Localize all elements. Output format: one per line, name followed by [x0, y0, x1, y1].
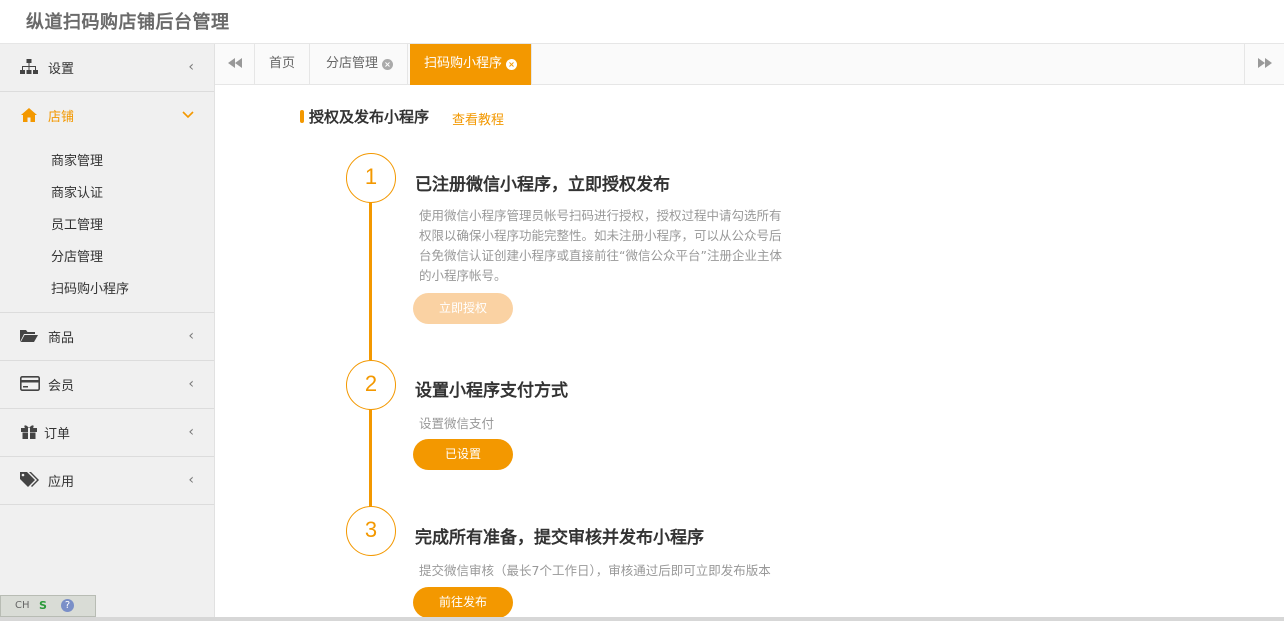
chevron-down-icon [182, 107, 194, 123]
store-submenu: 商家管理 商家认证 员工管理 分店管理 扫码购小程序 [0, 140, 214, 313]
sidebar-item-members[interactable]: 会员 ‹ [0, 361, 214, 409]
sidebar: 设置 ‹ 店铺 商家管理 商家认证 员工管理 分店管理 扫码购小程序 商品 ‹ … [0, 44, 215, 621]
desc-line: 提交微信审核（最长7个工作日），审核通过后即可立即发布版本 [419, 563, 771, 578]
tab-bar: 首页 分店管理 × 扫码购小程序 × [215, 44, 1284, 85]
step-description: 设置微信支付 [419, 414, 494, 434]
taskbar-edge [0, 617, 1284, 621]
credit-card-icon [20, 376, 40, 394]
sidebar-item-apps[interactable]: 应用 ‹ [0, 457, 214, 505]
tab-label: 扫码购小程序 [424, 56, 503, 71]
chevron-left-icon: ‹ [188, 424, 194, 440]
section-title: 授权及发布小程序 [309, 108, 430, 126]
ime-language[interactable]: CH [15, 600, 30, 611]
double-chevron-right-icon [1257, 58, 1272, 68]
step-number-circle: 2 [346, 360, 396, 410]
home-icon [20, 107, 38, 125]
sidebar-item-label: 商品 [48, 331, 75, 346]
tab-mini-program[interactable]: 扫码购小程序 × [410, 44, 533, 85]
tab-label: 首页 [269, 56, 296, 71]
tabs-next-button[interactable] [1244, 44, 1284, 85]
app-title: 纵道扫码购店铺后台管理 [26, 12, 230, 33]
view-tutorial-link[interactable]: 查看教程 [452, 109, 504, 128]
tab-branch-management[interactable]: 分店管理 × [312, 44, 409, 85]
ime-s-icon[interactable]: S [39, 599, 47, 612]
step-title: 完成所有准备，提交审核并发布小程序 [415, 528, 704, 548]
step-description: 使用微信小程序管理员帐号扫码进行授权，授权过程中请勾选所有 权限以确保小程序功能… [419, 206, 782, 286]
submenu-item-staff-management[interactable]: 员工管理 [0, 210, 214, 242]
sidebar-item-label: 店铺 [48, 110, 75, 125]
submenu-item-branch-management[interactable]: 分店管理 [0, 242, 214, 274]
sidebar-item-label: 设置 [48, 62, 75, 77]
desc-line: 台免微信认证创建小程序或直接前往“微信公众平台”注册企业主体 [419, 248, 782, 263]
ime-toolbar[interactable]: CH S ? [0, 595, 96, 617]
step-description: 提交微信审核（最长7个工作日），审核通过后即可立即发布版本 [419, 561, 771, 581]
desc-line: 的小程序帐号。 [419, 268, 507, 283]
chevron-left-icon: ‹ [188, 376, 194, 392]
tags-icon [20, 472, 39, 490]
desc-line: 使用微信小程序管理员帐号扫码进行授权，授权过程中请勾选所有 [419, 208, 782, 223]
desc-line: 设置微信支付 [419, 416, 495, 431]
go-publish-button[interactable]: 前往发布 [413, 587, 513, 618]
submenu-item-merchant-management[interactable]: 商家管理 [0, 146, 214, 178]
gift-icon [20, 424, 38, 442]
top-header: 纵道扫码购店铺后台管理 [0, 0, 1284, 44]
step-title: 设置小程序支付方式 [415, 381, 568, 401]
step-title: 已注册微信小程序，立即授权发布 [415, 175, 670, 195]
sidebar-item-label: 会员 [48, 379, 75, 394]
sitemap-icon [20, 59, 38, 77]
close-icon[interactable]: × [506, 59, 518, 70]
sidebar-item-settings[interactable]: 设置 ‹ [0, 44, 214, 92]
already-set-button[interactable]: 已设置 [413, 439, 513, 470]
sidebar-item-label: 订单 [44, 427, 71, 442]
sidebar-item-orders[interactable]: 订单 ‹ [0, 409, 214, 457]
close-icon[interactable]: × [382, 59, 394, 70]
submenu-item-merchant-certification[interactable]: 商家认证 [0, 178, 214, 210]
sidebar-item-goods[interactable]: 商品 ‹ [0, 313, 214, 361]
sidebar-item-label: 应用 [48, 475, 75, 490]
tab-label: 分店管理 [326, 56, 379, 71]
step-connector [369, 201, 372, 360]
step-number-circle: 3 [346, 506, 396, 556]
chevron-left-icon: ‹ [188, 59, 194, 75]
tab-home[interactable]: 首页 [255, 44, 311, 85]
desc-line: 权限以确保小程序功能完整性。如未注册小程序，可以从公众号后 [419, 228, 782, 243]
section-marker [300, 110, 304, 123]
help-icon[interactable]: ? [61, 599, 74, 612]
chevron-left-icon: ‹ [188, 472, 194, 488]
chevron-left-icon: ‹ [188, 328, 194, 344]
tabs-prev-button[interactable] [215, 44, 255, 85]
submenu-item-mini-program[interactable]: 扫码购小程序 [0, 274, 214, 306]
sidebar-item-store[interactable]: 店铺 [0, 92, 214, 140]
folder-open-icon [20, 328, 38, 346]
double-chevron-left-icon [227, 58, 242, 68]
authorize-button[interactable]: 立即授权 [413, 293, 513, 324]
step-number-circle: 1 [346, 153, 396, 203]
step-connector [369, 408, 372, 508]
